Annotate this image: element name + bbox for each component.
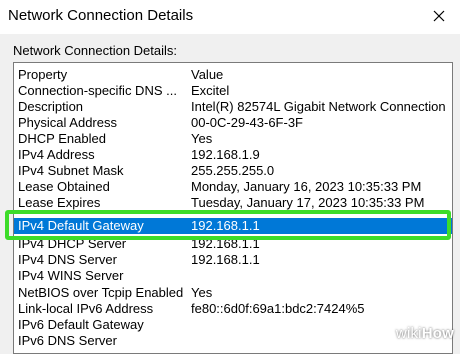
value-cell: Tuesday, January 17, 2023 10:35:33 PM [191, 195, 425, 210]
list-header[interactable]: Property Value [14, 67, 452, 83]
table-row[interactable]: Lease Obtained Monday, January 16, 2023 … [14, 179, 452, 195]
details-group-label: Network Connection Details: [13, 43, 178, 58]
property-cell: IPv4 DHCP Server [18, 236, 127, 251]
close-button[interactable] [424, 2, 454, 30]
title-bar[interactable]: Network Connection Details [0, 0, 460, 34]
table-row[interactable]: Lease Expires Tuesday, January 17, 2023 … [14, 195, 452, 211]
property-cell: IPv6 Default Gateway [18, 317, 144, 332]
property-cell: Lease Expires [18, 195, 101, 210]
window-title: Network Connection Details [8, 7, 194, 24]
table-row-selected[interactable]: IPv4 Default Gateway 192.168.1.1 [14, 218, 452, 234]
value-cell: Monday, January 16, 2023 10:35:33 PM [191, 179, 422, 194]
column-header-property[interactable]: Property [18, 67, 186, 83]
table-row[interactable]: IPv4 DHCP Server 192.168.1.1 [14, 236, 452, 252]
value-cell: fe80::6d0f:69a1:bdc2:7424%5 [191, 301, 365, 316]
property-cell: IPv4 Default Gateway [18, 218, 144, 233]
table-row[interactable]: Description Intel(R) 82574L Gigabit Netw… [14, 99, 452, 115]
value-cell: Intel(R) 82574L Gigabit Network Connecti… [191, 99, 446, 114]
close-icon [433, 10, 445, 22]
value-cell: 00-0C-29-43-6F-3F [191, 115, 303, 130]
wikihow-watermark: wikiHow [396, 325, 454, 342]
property-cell: Physical Address [18, 115, 117, 130]
property-cell: IPv6 DNS Server [18, 333, 117, 348]
table-row[interactable]: IPv4 DNS Server 192.168.1.1 [14, 252, 452, 268]
value-cell: 255.255.255.0 [191, 163, 275, 178]
table-row[interactable]: IPv6 Default Gateway [14, 317, 452, 333]
table-row[interactable]: IPv4 WINS Server [14, 268, 452, 284]
table-row[interactable]: IPv4 Address 192.168.1.9 [14, 147, 452, 163]
watermark-suffix: How [421, 325, 454, 342]
table-row[interactable]: IPv6 DNS Server [14, 333, 452, 349]
value-cell: 192.168.1.1 [191, 252, 260, 267]
table-row[interactable]: DHCP Enabled Yes [14, 131, 452, 147]
table-row[interactable]: Physical Address 00-0C-29-43-6F-3F [14, 115, 452, 131]
value-cell: 192.168.1.1 [191, 218, 260, 233]
value-cell: Yes [191, 285, 213, 300]
value-cell: Excitel [191, 83, 230, 98]
property-cell: Connection-specific DNS ... [18, 83, 177, 98]
table-row[interactable]: Connection-specific DNS ... Excitel [14, 83, 452, 99]
table-row[interactable]: Link-local IPv6 Address fe80::6d0f:69a1:… [14, 301, 452, 317]
value-cell: 192.168.1.9 [191, 147, 260, 162]
watermark-prefix: wiki [395, 325, 422, 342]
property-cell: IPv4 WINS Server [18, 268, 124, 283]
network-connection-details-window: Network Connection Details Network Conne… [0, 0, 460, 354]
value-cell: Yes [191, 131, 213, 146]
column-header-value[interactable]: Value [191, 67, 452, 83]
property-cell: IPv4 Subnet Mask [18, 163, 124, 178]
value-cell: 192.168.1.1 [191, 236, 260, 251]
property-cell: IPv4 DNS Server [18, 252, 117, 267]
table-row[interactable]: NetBIOS over Tcpip Enabled Yes [14, 285, 452, 301]
property-cell: DHCP Enabled [18, 131, 106, 146]
details-list[interactable]: Property Value Connection-specific DNS .… [13, 62, 453, 354]
property-cell: Link-local IPv6 Address [18, 301, 154, 316]
property-cell: NetBIOS over Tcpip Enabled [18, 285, 184, 300]
property-cell: Description [18, 99, 84, 114]
property-cell: IPv4 Address [18, 147, 95, 162]
property-cell: Lease Obtained [18, 179, 110, 194]
table-row[interactable]: IPv4 Subnet Mask 255.255.255.0 [14, 163, 452, 179]
